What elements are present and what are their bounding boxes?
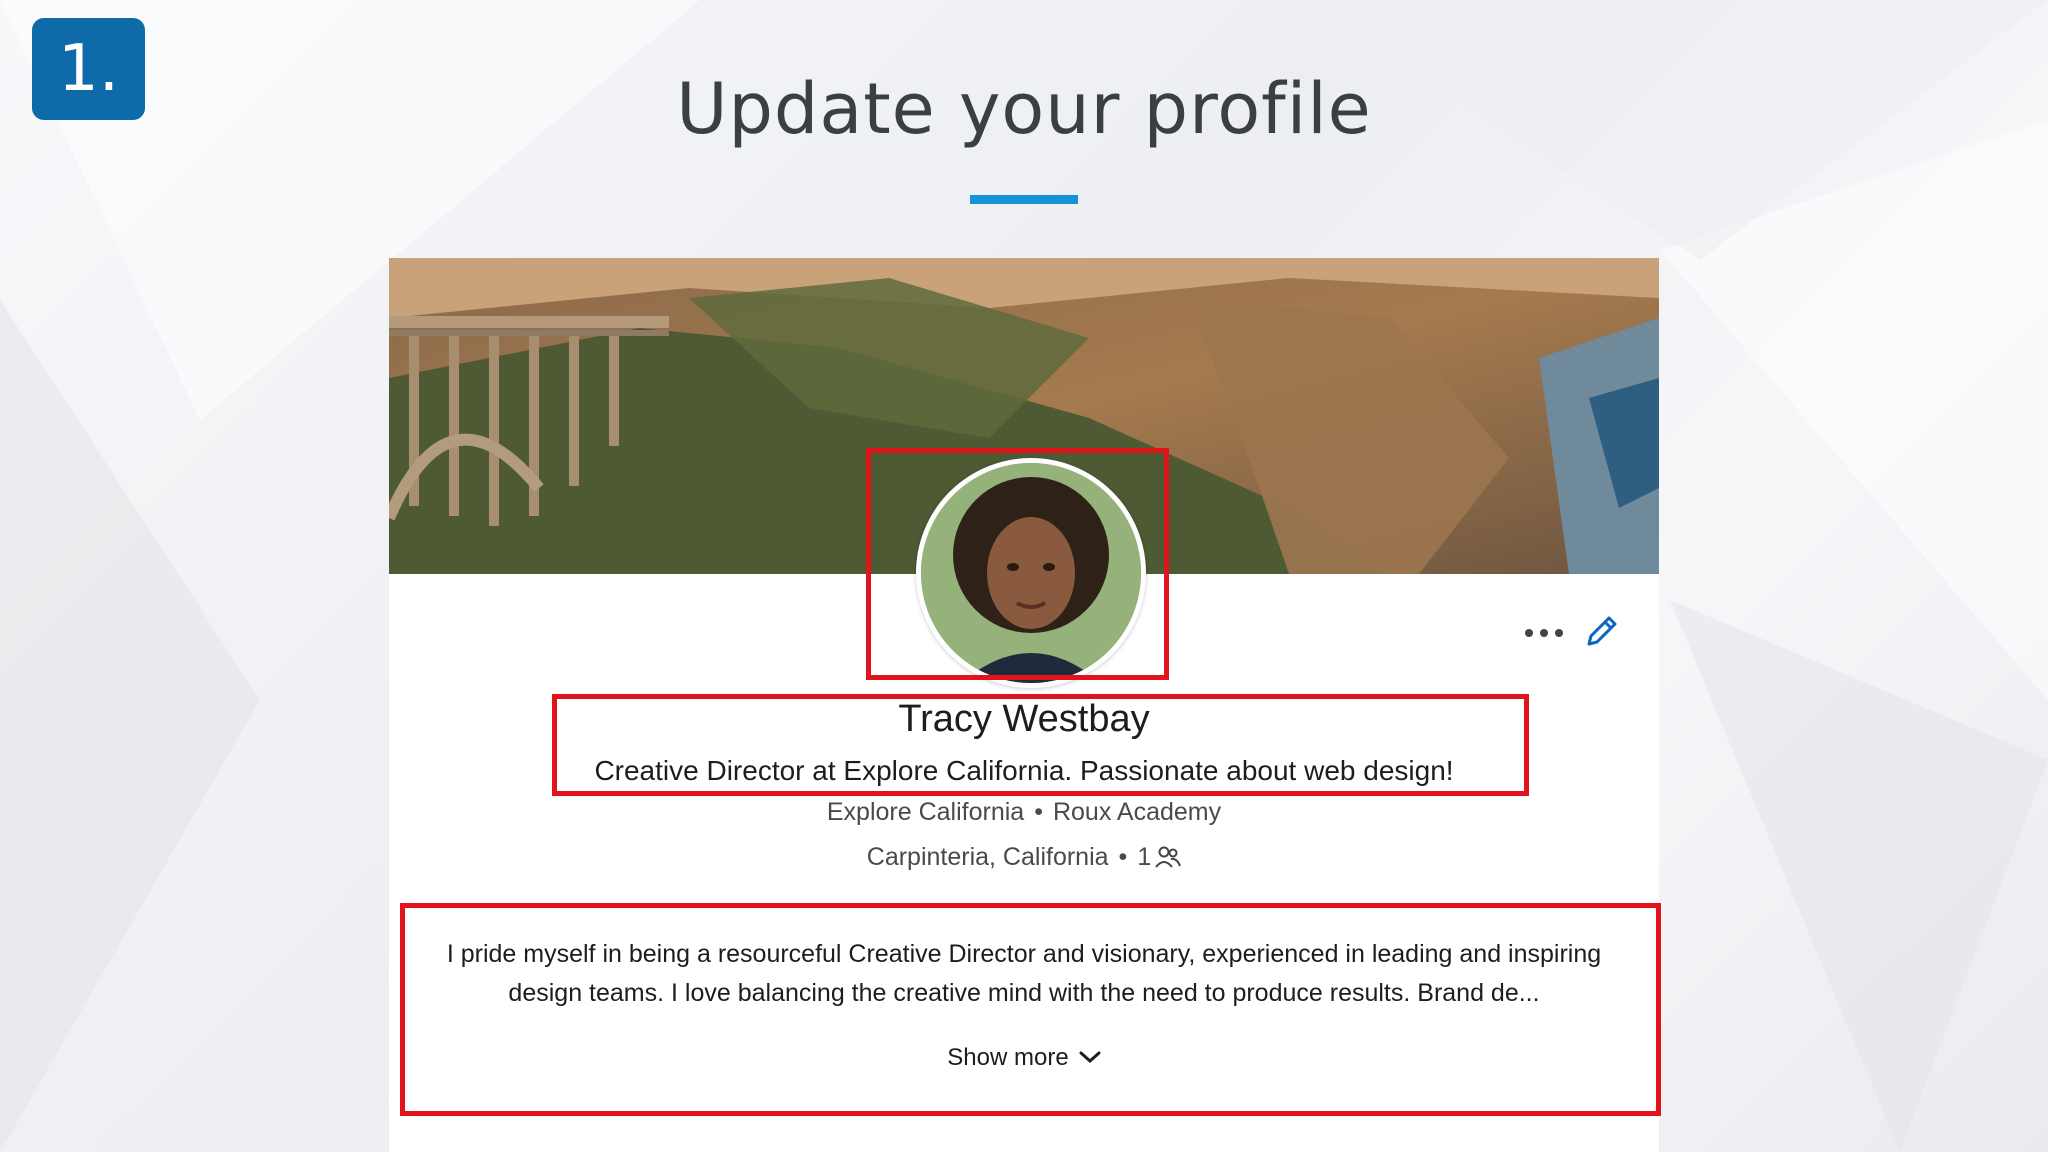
profile-location-row: Carpinteria, California • 1 bbox=[389, 843, 1659, 872]
show-more-button[interactable]: Show more bbox=[389, 1044, 1659, 1072]
more-horizontal-icon[interactable] bbox=[1519, 618, 1569, 648]
profile-photo[interactable] bbox=[916, 458, 1146, 688]
profile-summary: I pride myself in being a resourceful Cr… bbox=[419, 935, 1629, 1013]
company-link[interactable]: Explore California bbox=[827, 798, 1024, 826]
location-text: Carpinteria, California bbox=[866, 843, 1109, 871]
summary-line: I pride myself in being a resourceful Cr… bbox=[446, 940, 1602, 968]
profile-name: Tracy Westbay bbox=[898, 698, 1150, 740]
slide-title: Update your profile bbox=[676, 68, 1372, 150]
chevron-down-icon bbox=[1079, 1051, 1101, 1064]
pencil-icon[interactable] bbox=[1581, 612, 1621, 652]
profile-affiliations: Explore California • Roux Academy bbox=[389, 798, 1659, 827]
separator: • bbox=[1034, 798, 1043, 826]
show-more-label: Show more bbox=[947, 1044, 1069, 1071]
title-underline bbox=[970, 195, 1078, 204]
connections-count[interactable]: 1 bbox=[1137, 843, 1151, 871]
summary-line: design teams. I love balancing the creat… bbox=[508, 979, 1540, 1007]
separator: • bbox=[1118, 843, 1128, 871]
profile-card: Tracy Westbay Creative Director at Explo… bbox=[389, 258, 1659, 1152]
school-link[interactable]: Roux Academy bbox=[1053, 798, 1221, 826]
profile-headline: Creative Director at Explore California.… bbox=[594, 755, 1454, 786]
people-icon bbox=[1155, 846, 1182, 868]
profile-photo-image bbox=[921, 463, 1141, 683]
